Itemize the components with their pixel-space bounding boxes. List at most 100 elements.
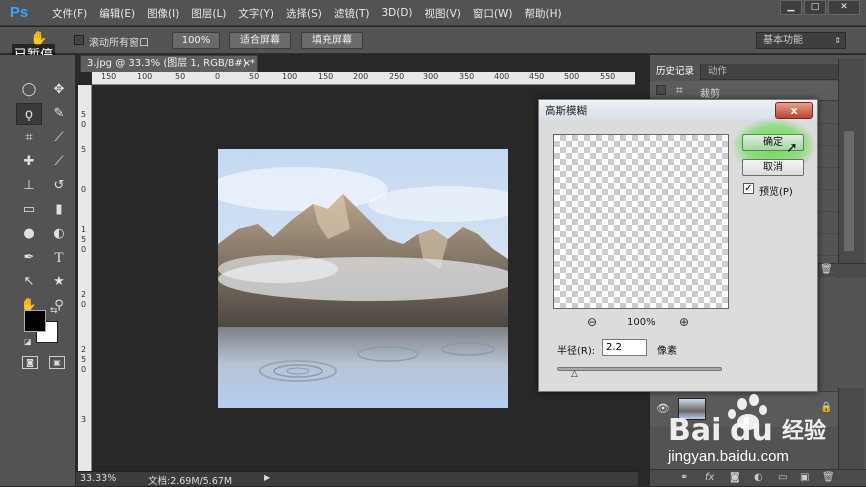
delete-layer-icon[interactable]: 🗑 xyxy=(822,472,835,483)
history-panel-tabs: 历史记录 动作 xyxy=(650,64,838,80)
path-select-tool-icon[interactable]: ↖ xyxy=(16,271,42,293)
ruler-tick: 0 xyxy=(215,72,221,81)
blur-preview[interactable] xyxy=(553,134,729,309)
ruler-tick: 0 xyxy=(81,245,87,254)
document-tab-title: 3.jpg @ 33.3% (图层 1, RGB/8#) * xyxy=(87,58,255,69)
menu-select[interactable]: 选择(S) xyxy=(280,6,328,21)
ruler-tick: 5 xyxy=(81,355,87,364)
ruler-tick: 2 xyxy=(81,345,87,354)
menu-filter[interactable]: 滤镜(T) xyxy=(328,6,376,21)
history-snapshot-checkbox[interactable] xyxy=(656,85,666,95)
status-menu-arrow-icon[interactable]: ▶ xyxy=(264,473,270,482)
menu-3d[interactable]: 3D(D) xyxy=(375,7,418,19)
pen-tool-icon[interactable]: ✒ xyxy=(16,247,42,269)
close-window-button[interactable]: ✕ xyxy=(828,0,860,15)
preview-zoom-value: 100% xyxy=(627,317,656,328)
gradient-tool-icon[interactable]: ▮ xyxy=(46,199,72,221)
mouse-pointer-icon: ➚ xyxy=(786,140,798,156)
zoom-in-icon[interactable]: ⊕ xyxy=(679,315,689,329)
eraser-tool-icon[interactable]: ▭ xyxy=(16,199,42,221)
fill-screen-button[interactable]: 填充屏幕 xyxy=(301,32,363,49)
tab-actions[interactable]: 动作 xyxy=(702,64,733,80)
dialog-close-button[interactable]: x xyxy=(775,102,813,119)
history-item-label: 裁剪 xyxy=(700,89,720,100)
close-tab-icon[interactable]: × xyxy=(243,56,251,72)
svg-text:Bai: Bai xyxy=(668,413,721,448)
lasso-tool-icon[interactable]: ϙ xyxy=(16,103,42,125)
workspace-label: 基本功能 xyxy=(763,35,803,46)
default-colors-icon[interactable]: ◪ xyxy=(24,337,32,346)
document-image[interactable] xyxy=(218,149,508,408)
minimize-button[interactable]: ▁ xyxy=(780,0,802,15)
scroll-all-label: 滚动所有窗口 xyxy=(89,38,149,49)
preview-checkbox[interactable]: ✓ xyxy=(743,183,754,194)
link-layers-icon[interactable]: ⚭ xyxy=(680,472,688,483)
ruler-tick: 150 xyxy=(318,72,334,81)
layer-mask-icon[interactable]: ◙ xyxy=(730,472,740,483)
radius-slider-thumb[interactable]: △ xyxy=(571,369,578,379)
adjustment-layer-icon[interactable]: ◐ xyxy=(754,472,763,483)
foreground-color-swatch[interactable] xyxy=(24,310,46,332)
radius-label: 半径(R): xyxy=(557,346,596,357)
photoshop-logo: Ps xyxy=(9,4,29,21)
ruler-tick: 0 xyxy=(81,365,87,374)
healing-brush-tool-icon[interactable]: ✚ xyxy=(16,151,42,173)
options-bar: ✋ 已暂停 滚动所有窗口 100% 适合屏幕 填充屏幕 ✋ 基本功能 ⇕ xyxy=(0,27,866,63)
document-tab[interactable]: 3.jpg @ 33.3% (图层 1, RGB/8#) * × xyxy=(80,55,258,72)
crop-tool-icon[interactable]: ⌗ xyxy=(16,127,42,149)
quick-mask-icon[interactable]: ◙ xyxy=(22,356,38,369)
zoom-out-icon[interactable]: ⊖ xyxy=(587,315,597,329)
type-tool-icon[interactable]: T xyxy=(46,247,72,269)
tab-history[interactable]: 历史记录 xyxy=(650,64,702,80)
menu-window[interactable]: 窗口(W) xyxy=(467,6,519,21)
menu-type[interactable]: 文字(Y) xyxy=(232,6,280,21)
fx-icon[interactable]: fx xyxy=(705,472,714,483)
group-icon[interactable]: ▭ xyxy=(778,472,787,483)
brush-tool-icon[interactable]: ⟋ xyxy=(46,151,72,173)
history-brush-tool-icon[interactable]: ↺ xyxy=(46,175,72,197)
ruler-tick: 100 xyxy=(282,72,298,81)
zoom-100-button[interactable]: 100% xyxy=(172,32,220,49)
menu-view[interactable]: 视图(V) xyxy=(419,6,467,21)
ruler-tick: 150 xyxy=(101,72,117,81)
document-size: 文档:2.69M/5.67M xyxy=(148,476,233,487)
ruler-tick: 50 xyxy=(175,72,186,81)
marquee-tool-icon[interactable]: ◯ xyxy=(16,79,42,101)
main-menu: 文件(F) 编辑(E) 图像(I) 图层(L) 文字(Y) 选择(S) 滤镜(T… xyxy=(46,0,568,26)
baidu-watermark: Bai du 经验 jingyan.baidu.com xyxy=(664,392,864,472)
screen-mode-icon[interactable]: ▣ xyxy=(49,356,65,369)
quick-select-tool-icon[interactable]: ✎ xyxy=(46,103,72,125)
menu-help[interactable]: 帮助(H) xyxy=(519,6,568,21)
dialog-title: 高斯模糊 xyxy=(545,105,587,117)
new-layer-icon[interactable]: ▣ xyxy=(800,472,809,483)
panel-scrollbar[interactable] xyxy=(844,131,854,251)
blur-tool-icon[interactable]: ● xyxy=(16,223,42,245)
radius-slider-track[interactable] xyxy=(557,367,722,371)
svg-text:经验: 经验 xyxy=(782,418,826,444)
window-controls: ▁ □ ✕ xyxy=(780,0,860,15)
menu-file[interactable]: 文件(F) xyxy=(46,6,93,21)
toolbox: ◯ ✥ ϙ ✎ ⌗ ⟋ ✚ ⟋ ⊥ ↺ ▭ ▮ ● ◐ ✒ T ↖ ★ ✋ ⚲ … xyxy=(0,55,76,486)
zoom-level[interactable]: 33.33% xyxy=(80,473,116,484)
radius-input[interactable] xyxy=(602,339,647,356)
ruler-tick: 350 xyxy=(459,72,475,81)
history-item-row[interactable]: ⌗ 裁剪 xyxy=(650,81,838,101)
swap-colors-icon[interactable]: ⇆ xyxy=(50,306,58,316)
menu-edit[interactable]: 编辑(E) xyxy=(93,6,141,21)
menu-layer[interactable]: 图层(L) xyxy=(185,6,232,21)
ruler-tick: 250 xyxy=(389,72,405,81)
move-tool-icon[interactable]: ✥ xyxy=(46,79,72,101)
shape-tool-icon[interactable]: ★ xyxy=(46,271,72,293)
cancel-button[interactable]: 取消 xyxy=(742,159,804,176)
trash-icon[interactable]: 🗑 xyxy=(820,264,833,275)
fit-screen-button[interactable]: 适合屏幕 xyxy=(229,32,291,49)
eyedropper-tool-icon[interactable]: ⟋ xyxy=(46,127,72,149)
scroll-all-checkbox[interactable] xyxy=(74,35,84,45)
clone-stamp-tool-icon[interactable]: ⊥ xyxy=(16,175,42,197)
ruler-tick: 1 xyxy=(81,225,87,234)
menu-image[interactable]: 图像(I) xyxy=(141,6,185,21)
workspace-select[interactable]: 基本功能 ⇕ xyxy=(756,32,846,49)
dodge-tool-icon[interactable]: ◐ xyxy=(46,223,72,245)
ruler-tick: 100 xyxy=(137,72,153,81)
maximize-button[interactable]: □ xyxy=(804,0,826,15)
